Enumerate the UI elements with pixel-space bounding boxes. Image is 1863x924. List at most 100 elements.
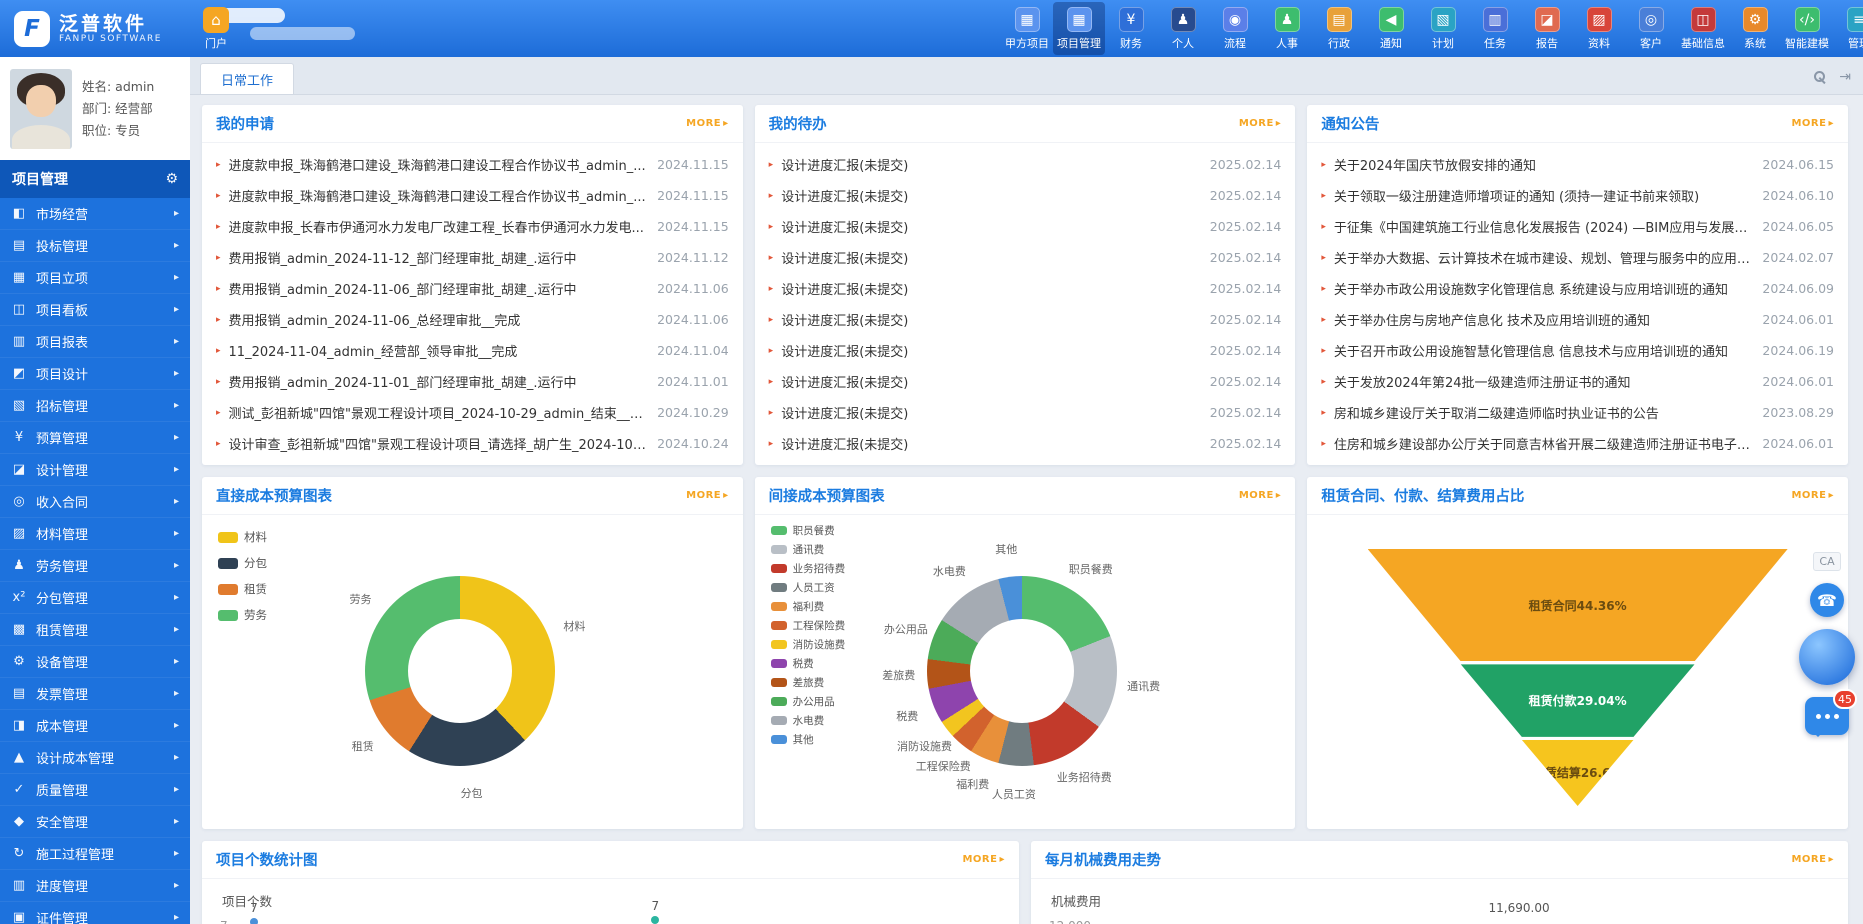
- sidebar-menu-item[interactable]: ▲ 设计成本管理 ▸: [0, 742, 190, 774]
- list-item[interactable]: ▸ 11_2024-11-04_admin_经营部_领导审批__完成 2024.…: [216, 335, 729, 366]
- list-item[interactable]: ▸ 关于召开市政公用设施智慧化管理信息 信息技术与应用培训班的通知 2024.0…: [1321, 335, 1834, 366]
- list-item[interactable]: ▸ 设计进度汇报(未提交) 2025.02.14: [769, 304, 1282, 335]
- list-item[interactable]: ▸ 费用报销_admin_2024-11-12_部门经理审批_胡建_.运行中 2…: [216, 242, 729, 273]
- list-item[interactable]: ▸ 设计进度汇报(未提交) 2025.02.14: [769, 397, 1282, 428]
- top-menu-item[interactable]: ▦ 甲方项目: [1001, 2, 1053, 55]
- list-item[interactable]: ▸ 房和城乡建设厅关于取消二级建造师临时执业证书的公告 2023.08.29: [1321, 397, 1834, 428]
- list-item[interactable]: ▸ 设计进度汇报(未提交) 2025.02.14: [769, 273, 1282, 304]
- list-item[interactable]: ▸ 设计进度汇报(未提交) 2025.02.14: [769, 149, 1282, 180]
- list-item[interactable]: ▸ 设计进度汇报(未提交) 2025.02.14: [769, 335, 1282, 366]
- legend-item[interactable]: 人员工资: [771, 580, 846, 595]
- phone-button[interactable]: ☎: [1810, 583, 1844, 617]
- list-item[interactable]: ▸ 住房和城乡建设部办公厅关于同意吉林省开展二级建造师注册证书电子化试点... …: [1321, 428, 1834, 459]
- top-menu-item[interactable]: ▨ 资料: [1573, 2, 1625, 55]
- more-link[interactable]: MORE: [1791, 490, 1834, 501]
- nav-portal[interactable]: ⌂ 门户: [203, 7, 229, 51]
- top-menu-item[interactable]: ♟ 人事: [1261, 2, 1313, 55]
- sidebar-menu-item[interactable]: ▤ 发票管理 ▸: [0, 678, 190, 710]
- list-item[interactable]: ▸ 关于2024年国庆节放假安排的通知 2024.06.15: [1321, 149, 1834, 180]
- gear-icon[interactable]: ⚙: [165, 171, 178, 187]
- legend-item[interactable]: 分包: [218, 555, 267, 571]
- list-item[interactable]: ▸ 于征集《中国建筑施工行业信息化发展报告 (2024) —BIM应用与发展》材…: [1321, 211, 1834, 242]
- more-link[interactable]: MORE: [1791, 118, 1834, 129]
- list-item[interactable]: ▸ 费用报销_admin_2024-11-01_部门经理审批_胡建_.运行中 2…: [216, 366, 729, 397]
- more-link[interactable]: MORE: [1239, 490, 1282, 501]
- key-icon[interactable]: [1814, 71, 1827, 84]
- top-menu-item[interactable]: ♟ 个人: [1157, 2, 1209, 55]
- list-item[interactable]: ▸ 费用报销_admin_2024-11-06_总经理审批__完成 2024.1…: [216, 304, 729, 335]
- legend-item[interactable]: 水电费: [771, 713, 846, 728]
- list-item[interactable]: ▸ 关于举办住房与房地产信息化 技术及应用培训班的通知 2024.06.01: [1321, 304, 1834, 335]
- top-menu-item[interactable]: ▤ 行政: [1313, 2, 1365, 55]
- sidebar-menu-item[interactable]: x² 分包管理 ▸: [0, 582, 190, 614]
- top-menu-item[interactable]: ▥ 任务: [1469, 2, 1521, 55]
- more-link[interactable]: MORE: [1791, 854, 1834, 865]
- list-item[interactable]: ▸ 进度款申报_长春市伊通河水力发电厂改建工程_长春市伊通河水力发电... 20…: [216, 211, 729, 242]
- more-link[interactable]: MORE: [686, 490, 729, 501]
- top-menu-item[interactable]: ⚙ 系统: [1729, 2, 1781, 55]
- list-item[interactable]: ▸ 设计进度汇报(未提交) 2025.02.14: [769, 428, 1282, 459]
- top-menu-item[interactable]: ▦ 项目管理: [1053, 2, 1105, 55]
- legend-item[interactable]: 劳务: [218, 607, 267, 623]
- sidebar-menu-item[interactable]: ◎ 收入合同 ▸: [0, 486, 190, 518]
- sidebar-menu-item[interactable]: ◫ 项目看板 ▸: [0, 294, 190, 326]
- sidebar-menu-item[interactable]: ✓ 质量管理 ▸: [0, 774, 190, 806]
- sidebar-menu-item[interactable]: ▥ 项目报表 ▸: [0, 326, 190, 358]
- list-item[interactable]: ▸ 关于举办大数据、云计算技术在城市建设、规划、管理与服务中的应用培训班... …: [1321, 242, 1834, 273]
- legend-item[interactable]: 租赁: [218, 581, 267, 597]
- sidebar-menu-item[interactable]: ▦ 项目立项 ▸: [0, 262, 190, 294]
- top-menu-item[interactable]: ◪ 报告: [1521, 2, 1573, 55]
- legend-item[interactable]: 业务招待费: [771, 561, 846, 576]
- sidebar-menu-item[interactable]: ▥ 进度管理 ▸: [0, 870, 190, 902]
- more-link[interactable]: MORE: [1239, 118, 1282, 129]
- top-menu-item[interactable]: ¥ 财务: [1105, 2, 1157, 55]
- list-item[interactable]: ▸ 设计进度汇报(未提交) 2025.02.14: [769, 366, 1282, 397]
- legend-item[interactable]: 职员餐费: [771, 523, 846, 538]
- legend-item[interactable]: 办公用品: [771, 694, 846, 709]
- sidebar-menu-item[interactable]: ▨ 材料管理 ▸: [0, 518, 190, 550]
- legend-item[interactable]: 材料: [218, 529, 267, 545]
- sidebar-menu-item[interactable]: ◆ 安全管理 ▸: [0, 806, 190, 838]
- top-menu-item[interactable]: ◫ 基础信息: [1677, 2, 1729, 55]
- top-menu-item[interactable]: ≡ 管理: [1833, 2, 1863, 55]
- legend-item[interactable]: 工程保险费: [771, 618, 846, 633]
- sidebar-menu-item[interactable]: ◧ 市场经营 ▸: [0, 198, 190, 230]
- more-link[interactable]: MORE: [962, 854, 1005, 865]
- top-menu-item[interactable]: ‹/› 智能建模: [1781, 2, 1833, 55]
- tab-daily-work[interactable]: 日常工作: [200, 63, 294, 94]
- list-item[interactable]: ▸ 费用报销_admin_2024-11-06_部门经理审批_胡建_.运行中 2…: [216, 273, 729, 304]
- sidebar-menu-item[interactable]: ▧ 招标管理 ▸: [0, 390, 190, 422]
- sidebar-menu-item[interactable]: ◪ 设计管理 ▸: [0, 454, 190, 486]
- list-item[interactable]: ▸ 设计进度汇报(未提交) 2025.02.14: [769, 211, 1282, 242]
- top-menu-item[interactable]: ▧ 计划: [1417, 2, 1469, 55]
- list-item[interactable]: ▸ 设计进度汇报(未提交) 2025.02.14: [769, 242, 1282, 273]
- list-item[interactable]: ▸ 关于举办市政公用设施数字化管理信息 系统建设与应用培训班的通知 2024.0…: [1321, 273, 1834, 304]
- customer-service-button[interactable]: [1799, 629, 1855, 685]
- list-item[interactable]: ▸ 进度款申报_珠海鹤港口建设_珠海鹤港口建设工程合作协议书_admin_...…: [216, 180, 729, 211]
- legend-item[interactable]: 通讯费: [771, 542, 846, 557]
- top-menu-item[interactable]: ◎ 客户: [1625, 2, 1677, 55]
- sidebar-menu-item[interactable]: ▤ 投标管理 ▸: [0, 230, 190, 262]
- top-menu-item[interactable]: ◉ 流程: [1209, 2, 1261, 55]
- sidebar-menu-item[interactable]: ◨ 成本管理 ▸: [0, 710, 190, 742]
- list-item[interactable]: ▸ 关于领取一级注册建造师增项证的通知 (须持一建证书前来领取) 2024.06…: [1321, 180, 1834, 211]
- sidebar-menu-item[interactable]: ▩ 租赁管理 ▸: [0, 614, 190, 646]
- list-item[interactable]: ▸ 设计进度汇报(未提交) 2025.02.14: [769, 180, 1282, 211]
- sidebar-menu-item[interactable]: ↻ 施工过程管理 ▸: [0, 838, 190, 870]
- list-item[interactable]: ▸ 测试_彭祖新城"四馆"景观工程设计项目_2024-10-29_admin_结…: [216, 397, 729, 428]
- legend-item[interactable]: 差旅费: [771, 675, 846, 690]
- list-item[interactable]: ▸ 设计审查_彭祖新城"四馆"景观工程设计项目_请选择_胡广生_2024-10-…: [216, 428, 729, 459]
- more-link[interactable]: MORE: [686, 118, 729, 129]
- sidebar-menu-item[interactable]: ♟ 劳务管理 ▸: [0, 550, 190, 582]
- sidebar-menu-item[interactable]: ⚙ 设备管理 ▸: [0, 646, 190, 678]
- sidebar-menu-item[interactable]: ▣ 证件管理 ▸: [0, 902, 190, 924]
- collapse-icon[interactable]: ⇥: [1839, 69, 1851, 85]
- list-item[interactable]: ▸ 进度款申报_珠海鹤港口建设_珠海鹤港口建设工程合作协议书_admin_...…: [216, 149, 729, 180]
- ca-widget[interactable]: CA: [1813, 552, 1840, 571]
- sidebar-menu-item[interactable]: ¥ 预算管理 ▸: [0, 422, 190, 454]
- legend-item[interactable]: 福利费: [771, 599, 846, 614]
- list-item[interactable]: ▸ 关于发放2024年第24批一级建造师注册证书的通知 2024.06.01: [1321, 366, 1834, 397]
- top-menu-item[interactable]: ◀ 通知: [1365, 2, 1417, 55]
- legend-item[interactable]: 其他: [771, 732, 846, 747]
- legend-item[interactable]: 税费: [771, 656, 846, 671]
